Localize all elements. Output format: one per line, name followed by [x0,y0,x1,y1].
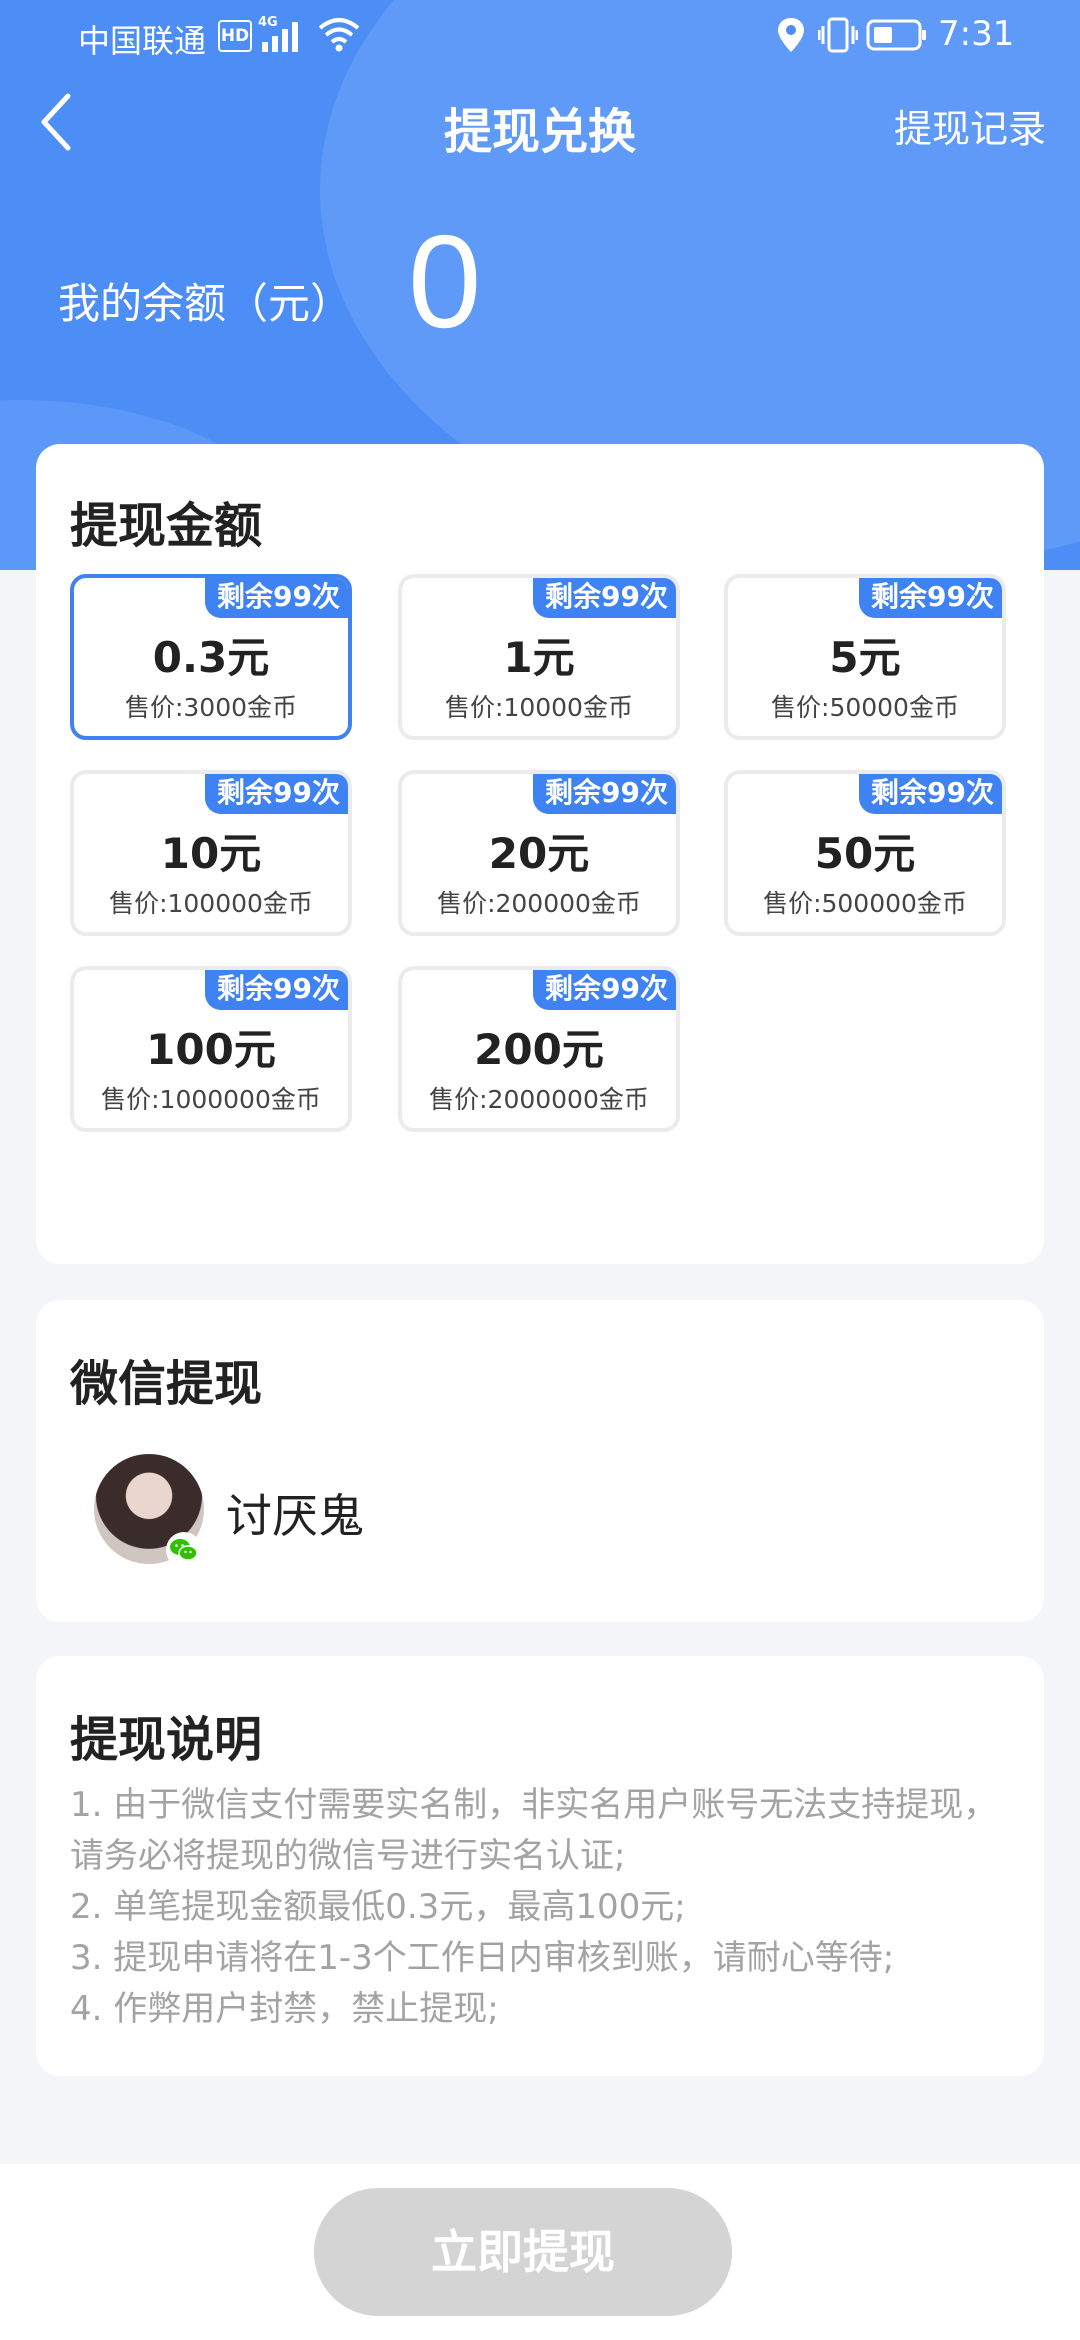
amount-value: 50元 [814,829,916,878]
amount-value: 0.3元 [152,633,270,682]
amount-value: 20元 [488,829,590,878]
note-line: 2. 单笔提现金额最低0.3元，最高100元; [70,1887,686,1927]
amount-value: 200元 [474,1025,604,1074]
amount-value: 100元 [146,1025,276,1074]
battery-icon [866,19,926,51]
note-line: 1. 由于微信支付需要实名制，非实名用户账号无法支持提现， [70,1785,998,1825]
balance-label: 我的余额（元） [58,279,353,328]
amount-price: 售价:100000金币 [109,889,313,918]
amount-price: 售价:1000000金币 [101,1085,321,1114]
amount-option[interactable]: 剩余99次 100元 售价:1000000金币 [70,966,352,1132]
section-title: 提现金额 [70,498,263,554]
remaining-badge: 剩余99次 [859,774,1002,814]
wechat-icon [166,1532,202,1568]
amount-option[interactable]: 剩余99次 20元 售价:200000金币 [398,770,680,936]
amount-option[interactable]: 剩余99次 5元 售价:50000金币 [724,574,1006,740]
bottom-action-bar: 立即提现 [0,2164,1080,2340]
remaining-badge: 剩余99次 [205,774,348,814]
remaining-badge: 剩余99次 [859,578,1002,618]
remaining-badge: 剩余99次 [533,578,676,618]
network-type: 4G [258,15,278,30]
remaining-badge: 剩余99次 [205,578,348,618]
remaining-badge: 剩余99次 [205,970,348,1010]
location-icon [778,18,804,52]
amount-price: 售价:50000金币 [771,693,959,722]
amount-price: 售价:500000金币 [763,889,967,918]
wechat-withdraw-card: 微信提现 讨厌鬼 [36,1300,1044,1622]
amount-value: 1元 [503,633,575,682]
balance-value: 0 [408,208,482,355]
amount-option[interactable]: 剩余99次 200元 售价:2000000金币 [398,966,680,1132]
withdraw-now-button[interactable]: 立即提现 [314,2188,732,2316]
notes-list: 1. 由于微信支付需要实名制，非实名用户账号无法支持提现， 请务必将提现的微信号… [70,1780,1030,2035]
withdraw-amount-card: 提现金额 剩余99次 0.3元 售价:3000金币 剩余99次 1元 售价:10… [36,444,1044,1264]
amount-price: 售价:3000金币 [124,693,298,722]
status-bar: 中国联通 HD 4G 7:31 [0,0,1080,76]
signal-icon: 4G [258,15,298,52]
remaining-badge: 剩余99次 [533,970,676,1010]
amount-price: 售价:2000000金币 [429,1085,649,1114]
amount-option[interactable]: 剩余99次 0.3元 售价:3000金币 [70,574,352,740]
note-line: 3. 提现申请将在1-3个工作日内审核到账，请耐心等待; [70,1938,895,1978]
hd-icon: HD [218,20,252,52]
section-title: 微信提现 [70,1356,263,1412]
amount-price: 售价:200000金币 [437,889,641,918]
amount-value: 5元 [829,633,901,682]
remaining-badge: 剩余99次 [533,774,676,814]
note-line: 请务必将提现的微信号进行实名认证; [70,1836,626,1876]
clock: 7:31 [938,14,1015,54]
wechat-user-name: 讨厌鬼 [226,1489,364,1543]
amount-price: 售价:10000金币 [445,693,633,722]
amount-value: 10元 [160,829,262,878]
note-line: 4. 作弊用户封禁，禁止提现; [70,1989,499,2029]
amount-option[interactable]: 剩余99次 50元 售价:500000金币 [724,770,1006,936]
amount-option[interactable]: 剩余99次 1元 售价:10000金币 [398,574,680,740]
vibrate-icon [818,17,858,53]
section-title: 提现说明 [70,1712,263,1768]
amount-option[interactable]: 剩余99次 10元 售价:100000金币 [70,770,352,936]
carrier-name: 中国联通 [78,22,207,60]
wifi-icon [318,18,360,52]
withdraw-notes-card: 提现说明 1. 由于微信支付需要实名制，非实名用户账号无法支持提现， 请务必将提… [36,1656,1044,2076]
withdraw-records-link[interactable]: 提现记录 [894,98,1046,153]
